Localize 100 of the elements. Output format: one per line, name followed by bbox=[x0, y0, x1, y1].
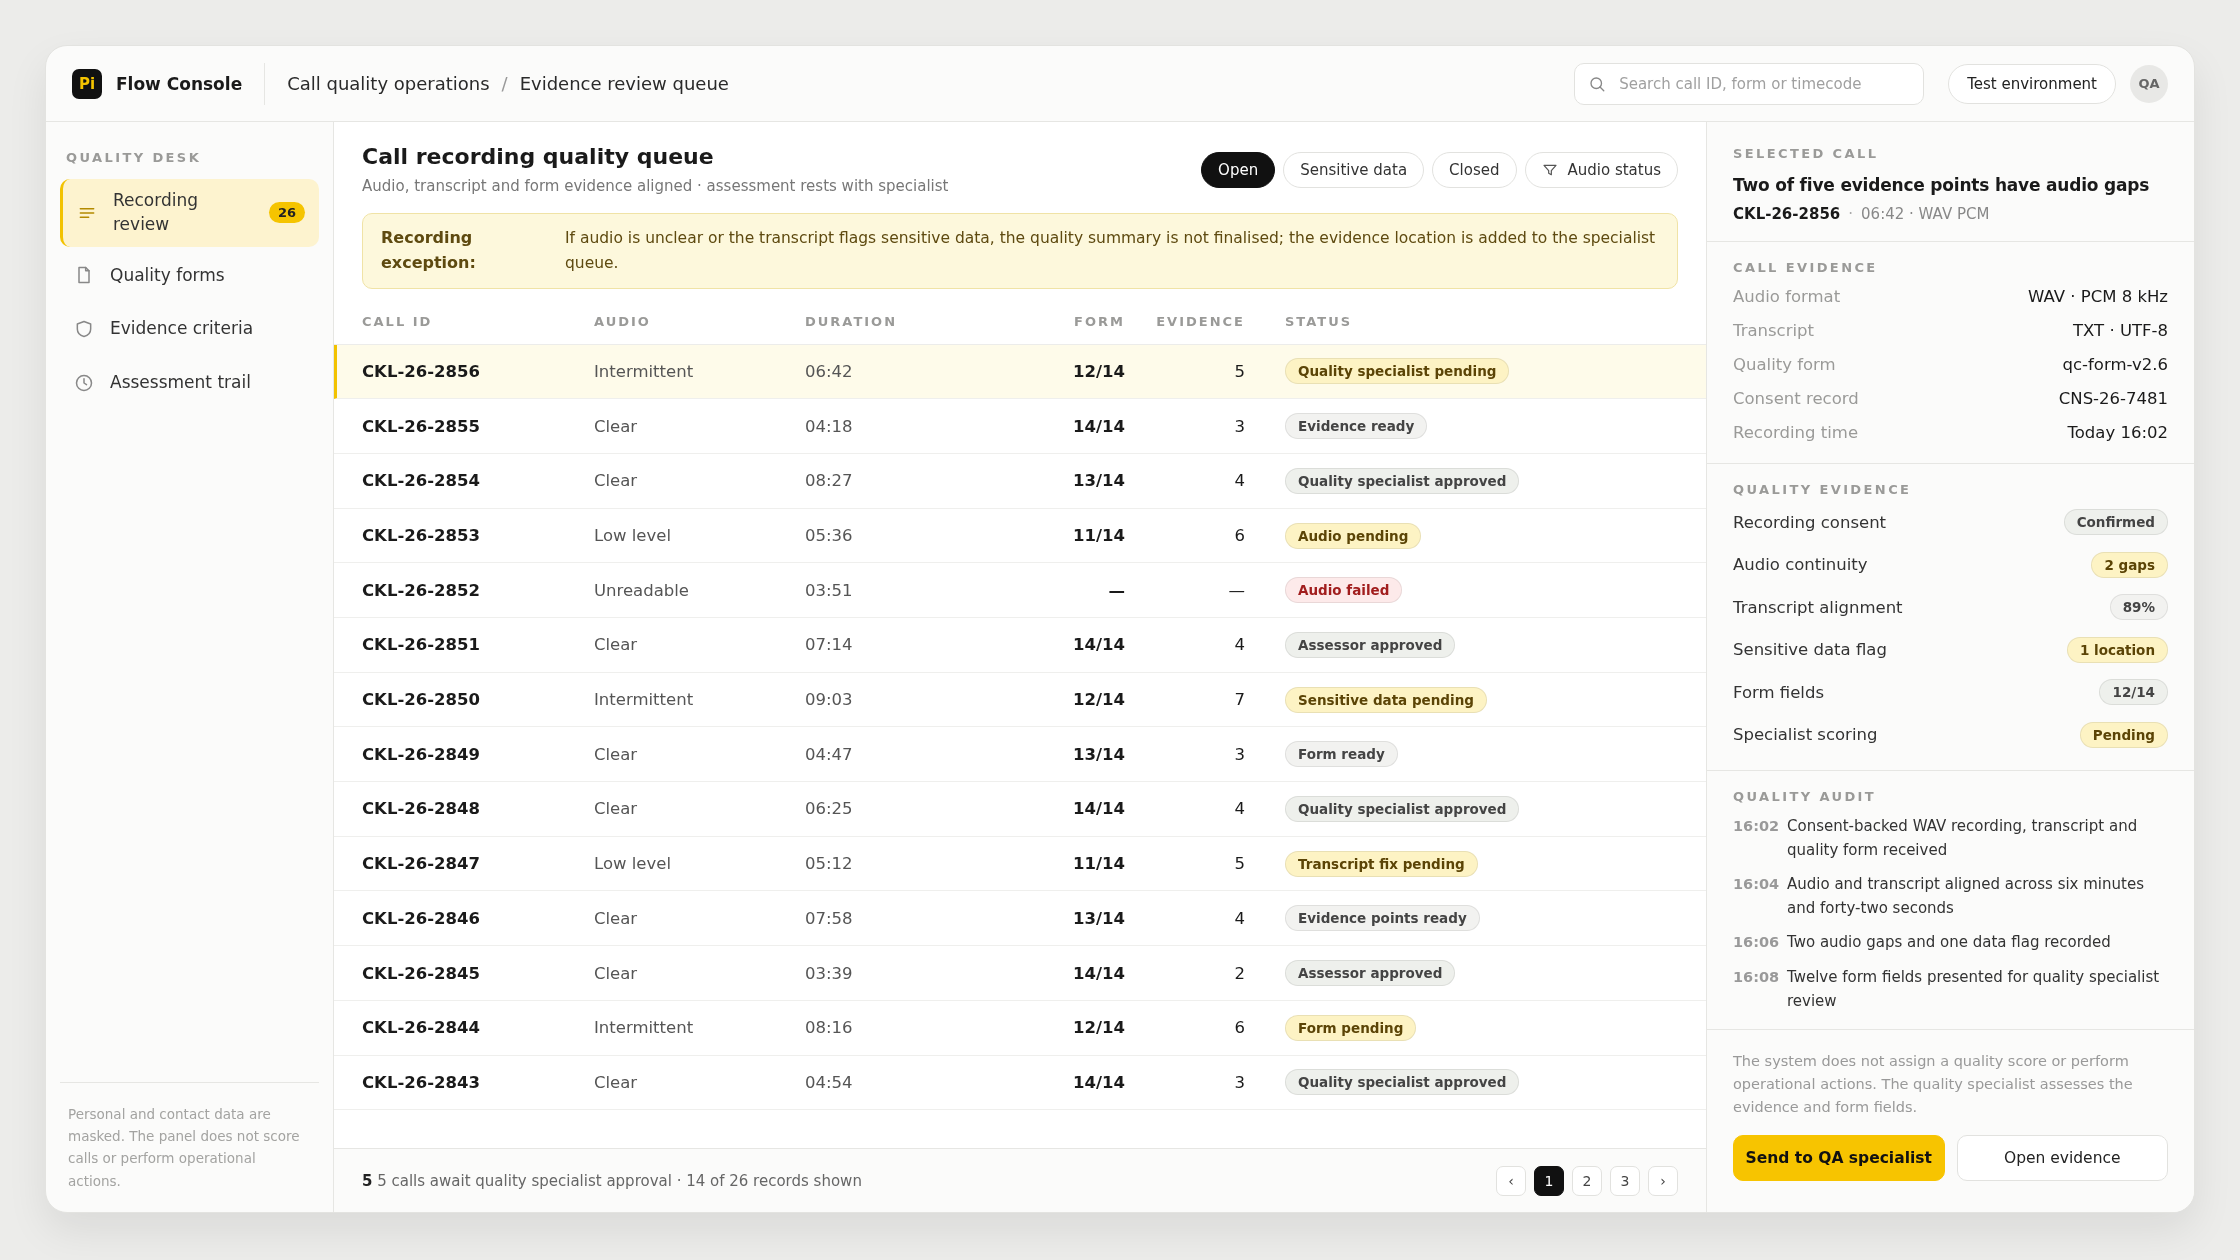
sidebar-item[interactable]: Recording review 26 bbox=[60, 179, 319, 247]
evidence-cell-text: 4 bbox=[1233, 908, 1245, 928]
section-heading: QUALITY AUDIT bbox=[1733, 789, 1878, 804]
form-cell-text: 11/14 bbox=[1072, 854, 1125, 874]
field-label: Recording time bbox=[1733, 422, 1859, 442]
duration-cell-text: 03:39 bbox=[805, 963, 854, 983]
column-header: EVIDENCE bbox=[1155, 313, 1245, 329]
status-badge: Form pending bbox=[1285, 1014, 1417, 1041]
page-button[interactable]: 1 bbox=[1534, 1165, 1564, 1196]
audit-time: 16:08 bbox=[1733, 967, 1781, 987]
queue-subtitle: Audio, transcript and form evidence aligned · assessment rests with specialist bbox=[362, 177, 949, 195]
evidence-cell-text: 6 bbox=[1233, 1018, 1245, 1038]
audio-cell-text: Clear bbox=[594, 744, 639, 764]
open-evidence-button[interactable]: Open evidence bbox=[1956, 1135, 2168, 1182]
form-cell-text: 14/14 bbox=[1072, 1072, 1125, 1092]
form-cell-text: 13/14 bbox=[1072, 908, 1125, 928]
call-id-cell-text: CKL-26-2845 bbox=[362, 963, 481, 983]
form-cell-text: 14/14 bbox=[1072, 635, 1125, 655]
filter-chip[interactable]: Sensitive data bbox=[1283, 152, 1425, 188]
duration-cell-text: 05:12 bbox=[805, 854, 854, 874]
audio-cell-text: Intermittent bbox=[594, 1018, 695, 1038]
call-id-cell-text: CKL-26-2855 bbox=[362, 416, 481, 436]
evidence-cell-text: 4 bbox=[1233, 799, 1245, 819]
audio-cell-text: Unreadable bbox=[594, 580, 690, 600]
breadcrumb-separator: / bbox=[501, 73, 508, 94]
audit-time: 16:04 bbox=[1733, 875, 1781, 894]
audio-cell-text: Intermittent bbox=[594, 690, 695, 710]
user-avatar[interactable]: QA bbox=[2130, 64, 2168, 103]
section-heading: QUALITY EVIDENCE bbox=[1733, 482, 1913, 497]
page-button[interactable]: 2 bbox=[1572, 1165, 1602, 1196]
queue-title: Call recording quality queue bbox=[362, 144, 715, 169]
send-button[interactable]: Send to QA specialist bbox=[1733, 1135, 1945, 1182]
evidence-cell-text: 4 bbox=[1233, 471, 1245, 491]
breadcrumb-item[interactable]: Evidence review queue bbox=[519, 73, 729, 94]
form-cell-text: 14/14 bbox=[1072, 799, 1125, 819]
call-id-cell-text: CKL-26-2851 bbox=[362, 635, 481, 655]
evidence-cell-text: — bbox=[1227, 580, 1245, 600]
environment-button[interactable]: Test environment bbox=[1948, 63, 2116, 104]
evidence-cell-text: 4 bbox=[1233, 635, 1245, 655]
evidence-label: Specialist scoring bbox=[1733, 725, 1878, 745]
duration-cell-text: 04:54 bbox=[805, 1072, 854, 1092]
column-header: AUDIO bbox=[594, 313, 652, 329]
audit-entry: Audio and transcript aligned across six minutes and forty-two seconds bbox=[1787, 874, 2145, 919]
audit-entry: Consent-backed WAV recording, transcript and quality form received bbox=[1787, 816, 2139, 861]
table-row[interactable]: CKL-26-2856 Intermittent 06:42 12/14 5 Quality specialist pending bbox=[334, 344, 1706, 400]
status-badge: Quality specialist approved bbox=[1285, 467, 1520, 494]
records-summary: 5 5 calls await quality specialist approval · 14 of 26 records shown bbox=[362, 1171, 862, 1190]
evidence-cell-text: 5 bbox=[1233, 854, 1245, 874]
field-label: Consent record bbox=[1733, 388, 1859, 408]
duration-cell-text: 04:18 bbox=[805, 416, 854, 436]
duration-cell-text: 08:27 bbox=[805, 471, 854, 491]
status-badge: Quality specialist pending bbox=[1285, 358, 1510, 385]
form-cell-text: 11/14 bbox=[1072, 526, 1125, 545]
evidence-label: Audio continuity bbox=[1733, 555, 1868, 575]
section-heading: QUALITY DESK bbox=[65, 150, 203, 165]
duration-cell-text: 09:03 bbox=[805, 690, 854, 710]
audio-cell-text: Low level bbox=[594, 854, 672, 874]
clock-icon bbox=[74, 373, 94, 394]
app-logo: Pi bbox=[72, 68, 102, 99]
filter-chip[interactable]: Closed bbox=[1432, 152, 1517, 188]
audit-entry: Twelve form fields presented for quality specialist review bbox=[1787, 966, 2161, 1012]
sidebar-item[interactable]: Evidence criteria bbox=[60, 304, 319, 355]
next-page-button[interactable]: › bbox=[1648, 1165, 1678, 1196]
audio-cell-text: Clear bbox=[594, 471, 639, 491]
evidence-label: Sensitive data flag bbox=[1733, 640, 1887, 660]
search-icon bbox=[1588, 74, 1607, 93]
page-button[interactable]: 3 bbox=[1610, 1165, 1640, 1196]
audio-cell-text: Clear bbox=[594, 635, 639, 655]
evidence-cell-text: 3 bbox=[1233, 416, 1245, 436]
previous-page-button[interactable]: ‹ bbox=[1496, 1165, 1526, 1196]
filter-chip[interactable]: Open bbox=[1201, 152, 1276, 188]
audio-cell-text: Intermittent bbox=[594, 361, 695, 381]
sidebar-item[interactable]: Assessment trail bbox=[60, 358, 319, 408]
column-header: CALL ID bbox=[362, 313, 434, 329]
breadcrumb-item[interactable]: Call quality operations bbox=[287, 73, 490, 94]
call-id-cell-text: CKL-26-2853 bbox=[362, 526, 481, 545]
form-cell-text: — bbox=[1107, 580, 1125, 600]
sidebar-item[interactable]: Quality forms bbox=[60, 250, 319, 301]
call-id-cell-text: CKL-26-2849 bbox=[362, 744, 481, 764]
status-badge: Evidence points ready bbox=[1285, 905, 1480, 932]
form-cell-text: 13/14 bbox=[1072, 471, 1125, 491]
field-label: Quality form bbox=[1733, 354, 1836, 374]
filter-chip[interactable]: Audio status bbox=[1524, 152, 1678, 188]
form-cell-text: 12/14 bbox=[1072, 1018, 1125, 1038]
field-value: TXT · UTF-8 bbox=[2073, 320, 2168, 340]
evidence-badge: 2 gaps bbox=[2091, 551, 2168, 578]
search-field[interactable]: Search call ID, form or timecode bbox=[1574, 62, 1925, 105]
call-id-cell-text: CKL-26-2847 bbox=[362, 854, 481, 874]
audit-time: 16:02 bbox=[1733, 817, 1781, 836]
evidence-cell-text: 5 bbox=[1233, 361, 1245, 381]
field-label: Audio format bbox=[1733, 286, 1841, 306]
evidence-label: Form fields bbox=[1733, 682, 1824, 702]
call-id-cell-text: CKL-26-2848 bbox=[362, 799, 481, 819]
status-badge: Transcript fix pending bbox=[1285, 850, 1478, 877]
shield-icon bbox=[74, 319, 94, 340]
column-header: STATUS bbox=[1284, 313, 1354, 329]
evidence-cell-text: 3 bbox=[1233, 744, 1245, 764]
column-header: FORM bbox=[1073, 313, 1125, 329]
sidebar-label: Recording review bbox=[113, 189, 200, 236]
call-id-cell-text: CKL-26-2852 bbox=[362, 580, 481, 600]
